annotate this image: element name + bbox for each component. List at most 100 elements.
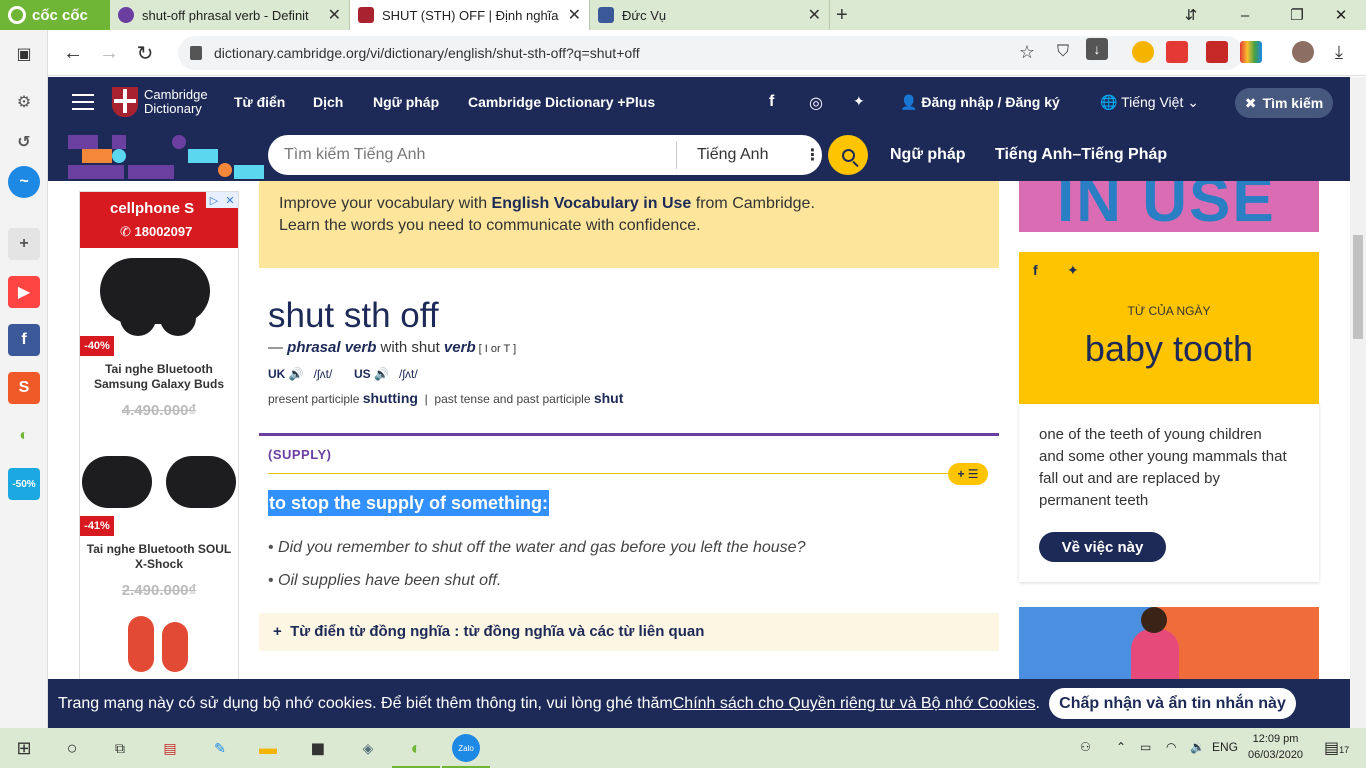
facebook-icon[interactable]: f	[769, 93, 774, 111]
ad-info-icon[interactable]: ▷	[206, 192, 222, 208]
app-icon[interactable]: ✎	[206, 734, 234, 762]
ad-close-icon[interactable]: ✕	[222, 192, 238, 208]
downloads-icon[interactable]: ⤓	[1324, 37, 1354, 67]
bookmark-star-icon[interactable]: ☆	[1012, 37, 1042, 67]
coccoc-menu-button[interactable]: cốc cốc	[0, 0, 110, 30]
add-app-icon[interactable]: +	[8, 228, 40, 260]
sidebar-panel-icon[interactable]: ▣	[8, 38, 40, 70]
blog-image[interactable]	[1019, 607, 1319, 682]
facebook-icon[interactable]: f	[8, 324, 40, 356]
word-of-day-word[interactable]: baby tooth	[1019, 328, 1319, 370]
youtube-icon[interactable]: ▶	[8, 276, 40, 308]
history-icon[interactable]: ↺	[8, 126, 40, 158]
login-link[interactable]: 👤 Đăng nhập / Đăng ký	[900, 94, 1060, 111]
instagram-icon[interactable]: ◎	[809, 93, 823, 113]
close-tab-icon[interactable]: ✕	[328, 5, 341, 25]
wifi-icon[interactable]: ◠	[1166, 740, 1176, 754]
cambridge-logo[interactable]: Cambridge Dictionary	[112, 87, 208, 117]
ad-brand: cellphone S	[110, 200, 195, 217]
add-to-wordlist-button[interactable]: + ☰	[948, 463, 988, 485]
tiki-icon[interactable]: -50%	[8, 468, 40, 500]
nav-grammar[interactable]: Ngữ pháp	[373, 94, 439, 110]
grammar-link[interactable]: Ngữ pháp	[890, 146, 966, 164]
file-explorer-icon[interactable]: ▬	[254, 734, 282, 762]
windows-start-icon[interactable]: ⊞	[10, 734, 38, 762]
close-tab-icon[interactable]: ✕	[808, 5, 821, 25]
decor-block	[112, 135, 126, 149]
accept-cookies-button[interactable]: Chấp nhận và ẩn tin nhắn này	[1049, 688, 1296, 719]
decor-block	[218, 163, 232, 177]
twitter-icon[interactable]: ✦	[853, 93, 865, 110]
earbuds-image	[128, 616, 154, 672]
lock-icon	[190, 46, 202, 60]
ad-product[interactable]: -40% Tai nghe Bluetooth Samsung Galaxy B…	[80, 254, 238, 424]
scrollbar-thumb[interactable]	[1353, 235, 1363, 339]
thesaurus-expander[interactable]: + Từ điển từ đồng nghĩa : từ đồng nghĩa …	[259, 613, 999, 651]
search-button[interactable]	[828, 135, 868, 175]
uk-audio-speaker-icon[interactable]: 🔊	[289, 367, 304, 381]
close-tab-icon[interactable]: ✕	[568, 5, 581, 25]
nav-dictionary[interactable]: Từ điển	[234, 94, 285, 110]
shopee-icon[interactable]: S	[8, 372, 40, 404]
facebook-share-icon[interactable]: f	[1033, 262, 1038, 278]
hamburger-menu-icon[interactable]	[72, 94, 94, 110]
dictionary-selector[interactable]: Tiếng Anh ⋮	[676, 141, 822, 169]
tab-cambridge[interactable]: SHUT (STH) OFF | Định nghĩa ✕	[350, 0, 590, 30]
nav-plus[interactable]: Cambridge Dictionary +Plus	[468, 94, 655, 110]
extension-red-icon[interactable]	[1206, 41, 1228, 63]
extension-new-icon[interactable]	[1166, 41, 1188, 63]
search-icon[interactable]: ○	[58, 734, 86, 762]
battery-icon[interactable]: ▭	[1140, 740, 1151, 754]
messenger-icon[interactable]: ~	[8, 166, 40, 198]
address-bar[interactable]: dictionary.cambridge.org/vi/dictionary/e…	[178, 36, 1243, 70]
volume-icon[interactable]: 🔉	[1190, 740, 1205, 754]
close-window-button[interactable]: ✕	[1316, 0, 1366, 30]
language-selector[interactable]: 🌐 Tiếng Việt ⌄	[1100, 94, 1199, 111]
product-name: Tai nghe Bluetooth SOUL X-Shock	[86, 542, 232, 571]
settings-icon[interactable]: ⚙	[8, 86, 40, 118]
extension-chrome-icon[interactable]	[1132, 41, 1154, 63]
earbuds-image	[160, 300, 196, 336]
tab-search-icon[interactable]: ⇵	[1166, 0, 1216, 30]
advertisement[interactable]: cellphone S ✆ 18002097 ▷ ✕ -40% Tai nghe…	[79, 191, 239, 681]
input-language[interactable]: ENG	[1212, 740, 1238, 754]
logo-text-line2: Dictionary	[144, 101, 202, 116]
tab-facebook[interactable]: Đức Vụ ✕	[590, 0, 830, 30]
profile-avatar[interactable]	[1292, 41, 1314, 63]
minimize-button[interactable]: –	[1220, 0, 1270, 30]
search-toggle-button[interactable]: ✖ Tìm kiếm	[1235, 88, 1333, 118]
nav-translate[interactable]: Dịch	[313, 94, 343, 110]
new-tab-button[interactable]: +	[836, 4, 848, 27]
tab-definition[interactable]: shut-off phrasal verb - Definit ✕	[110, 0, 350, 30]
clock[interactable]: 12:09 pm 06/03/2020	[1248, 731, 1303, 763]
reload-button[interactable]: ↻	[130, 38, 160, 68]
product-price: 4.490.000₫	[121, 402, 197, 419]
download-page-icon[interactable]: ↓	[1086, 38, 1108, 60]
coccoc-taskbar-icon[interactable]: ◐	[392, 734, 440, 768]
sticky-notes-icon[interactable]: ◼	[304, 734, 332, 762]
shield-icon[interactable]: ⛉	[1048, 37, 1078, 67]
notification-icon[interactable]: ▤17	[1324, 738, 1349, 758]
restore-button[interactable]: ❐	[1272, 0, 1322, 30]
about-this-button[interactable]: Về việc này	[1039, 532, 1166, 562]
privacy-policy-link[interactable]: Chính sách cho Quyền riêng tư và Bộ nhớ …	[673, 695, 1036, 713]
coccoc-app-icon[interactable]: ◐	[8, 420, 40, 452]
back-button[interactable]: ←	[58, 38, 88, 68]
forward-button[interactable]: →	[94, 38, 124, 68]
search-input[interactable]: Tìm kiếm Tiếng Anh	[268, 146, 676, 164]
task-view-icon[interactable]: ⧉	[106, 734, 134, 762]
ad-product[interactable]: -41% Tai nghe Bluetooth SOUL X-Shock 2.4…	[80, 452, 238, 599]
zalo-icon[interactable]: Zalo	[442, 734, 490, 768]
tab-label: shut-off phrasal verb - Definit	[142, 7, 309, 23]
promo-banner[interactable]: Improve your vocabulary with English Voc…	[259, 181, 999, 268]
vocabulary-in-use-banner[interactable]: IN USE	[1019, 181, 1319, 232]
page-scrollbar[interactable]	[1350, 77, 1366, 728]
people-icon[interactable]: ⚇	[1080, 740, 1091, 754]
twitter-share-icon[interactable]: ✦	[1067, 262, 1079, 279]
english-french-link[interactable]: Tiếng Anh–Tiếng Pháp	[995, 146, 1167, 164]
extension-colorful-icon[interactable]	[1240, 41, 1262, 63]
chevron-up-icon[interactable]: ⌃	[1116, 740, 1126, 754]
app-icon[interactable]: ◈	[354, 734, 382, 762]
us-audio-speaker-icon[interactable]: 🔊	[374, 367, 389, 381]
app-icon[interactable]: ▤	[156, 734, 184, 762]
